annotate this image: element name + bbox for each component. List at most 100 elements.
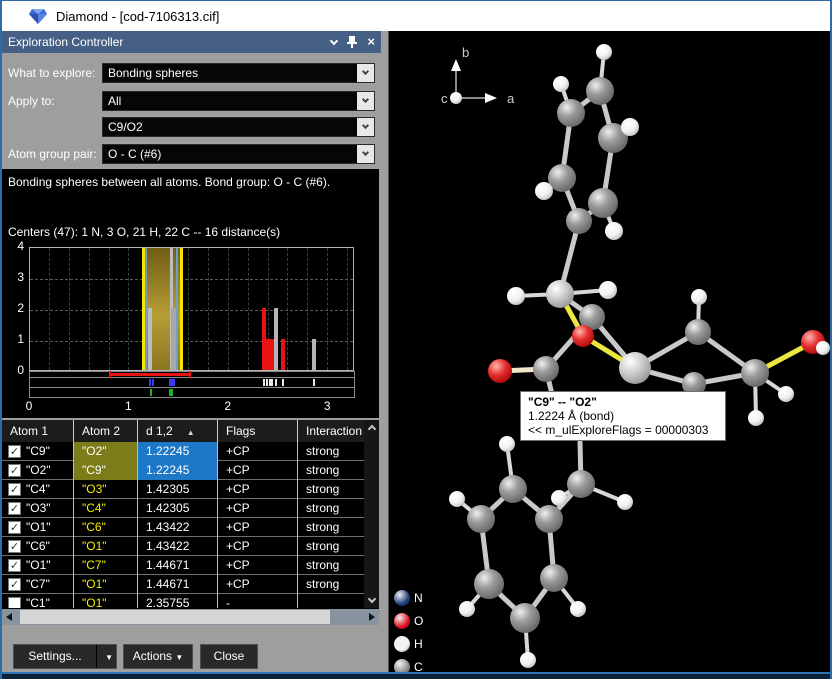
- carbon-atom[interactable]: [533, 356, 559, 382]
- row-checkbox[interactable]: ✓: [8, 502, 21, 515]
- row-checkbox[interactable]: ✓: [8, 540, 21, 553]
- col-d12[interactable]: d 1,2▲: [138, 420, 218, 442]
- table-row[interactable]: ✓"O1""C6"1.43422+CPstrong: [2, 518, 364, 537]
- row-checkbox[interactable]: [8, 597, 21, 608]
- vertical-scrollbar[interactable]: [364, 420, 379, 608]
- hydrogen-atom[interactable]: [553, 76, 569, 92]
- carbon-atom[interactable]: [567, 470, 595, 498]
- carbon-atom[interactable]: [499, 475, 527, 503]
- chevron-down-icon[interactable]: [357, 92, 374, 110]
- hydrogen-atom[interactable]: [617, 494, 633, 510]
- table-row[interactable]: ✓"O1""C7"1.44671+CPstrong: [2, 556, 364, 575]
- distance-histogram[interactable]: 012340123: [2, 169, 379, 418]
- scroll-right-icon[interactable]: [369, 613, 375, 621]
- row-checkbox[interactable]: ✓: [8, 578, 21, 591]
- legend-item: H: [394, 635, 423, 653]
- hydrogen-atom[interactable]: [778, 386, 794, 402]
- carbon-atom[interactable]: [586, 77, 614, 105]
- hydrogen-atom[interactable]: [691, 289, 707, 305]
- table-row[interactable]: ✓"C9""O2"1.22245+CPstrong: [2, 442, 364, 461]
- horizontal-scrollbar[interactable]: [2, 609, 379, 625]
- carbon-atom[interactable]: [540, 564, 568, 592]
- row-checkbox[interactable]: ✓: [8, 445, 21, 458]
- hydrogen-atom[interactable]: [596, 44, 612, 60]
- carbon-atom-selected[interactable]: [546, 280, 574, 308]
- hydrogen-atom[interactable]: [605, 222, 623, 240]
- atom2-cell: "C4": [74, 499, 138, 518]
- actions-button[interactable]: Actions ▼: [123, 644, 193, 669]
- distance-tick: [275, 379, 277, 386]
- table-row[interactable]: ✓"O3""C4"1.42305+CPstrong: [2, 499, 364, 518]
- settings-dropdown-icon[interactable]: ▼: [105, 646, 113, 669]
- chevron-down-icon[interactable]: [357, 118, 374, 136]
- table-row[interactable]: ✓"C4""O3"1.42305+CPstrong: [2, 480, 364, 499]
- panel-menu-chevron-icon[interactable]: [330, 36, 338, 44]
- scroll-up-icon[interactable]: [364, 420, 379, 435]
- range-cursor-line[interactable]: [176, 248, 178, 370]
- col-flags[interactable]: Flags: [218, 420, 298, 442]
- hydrogen-atom[interactable]: [499, 436, 515, 452]
- row-checkbox[interactable]: ✓: [8, 521, 21, 534]
- pin-icon[interactable]: [347, 36, 357, 48]
- carbon-atom[interactable]: [510, 603, 540, 633]
- carbon-atom-selected[interactable]: [619, 352, 651, 384]
- bond-range-cap[interactable]: [109, 371, 111, 378]
- carbon-atom[interactable]: [741, 359, 769, 387]
- table-row[interactable]: ✓"O2""C9"1.22245+CPstrong: [2, 461, 364, 480]
- carbon-atom[interactable]: [474, 569, 504, 599]
- carbon-atom[interactable]: [535, 505, 563, 533]
- chevron-down-icon[interactable]: [357, 145, 374, 163]
- hydrogen-atom[interactable]: [459, 601, 475, 617]
- atom-pair-select[interactable]: C9/O2: [102, 117, 375, 137]
- carbon-atom[interactable]: [467, 505, 495, 533]
- close-button[interactable]: Close: [200, 644, 258, 669]
- histogram-plot-area[interactable]: [29, 247, 354, 371]
- atom-group-pair-select[interactable]: O - C (#6): [102, 144, 375, 164]
- carbon-atom[interactable]: [685, 319, 711, 345]
- carbon-atom[interactable]: [588, 188, 618, 218]
- row-checkbox[interactable]: ✓: [8, 483, 21, 496]
- what-to-explore-select[interactable]: Bonding spheres: [102, 63, 375, 83]
- hydrogen-atom[interactable]: [748, 410, 764, 426]
- range-cursor-line[interactable]: [145, 248, 147, 370]
- row-checkbox[interactable]: ✓: [8, 464, 21, 477]
- scroll-down-icon[interactable]: [364, 593, 379, 608]
- settings-button[interactable]: Settings... ▼: [13, 644, 117, 669]
- hydrogen-atom[interactable]: [449, 491, 465, 507]
- molecule-canvas[interactable]: b a c: [389, 31, 832, 672]
- hydrogen-atom[interactable]: [551, 490, 567, 506]
- bond-range-bar[interactable]: [110, 373, 190, 376]
- hydrogen-atom[interactable]: [570, 601, 586, 617]
- gridline: [128, 248, 129, 370]
- scroll-left-icon[interactable]: [6, 613, 12, 621]
- carbon-atom[interactable]: [557, 99, 585, 127]
- bond-range-cap[interactable]: [189, 371, 191, 378]
- oxygen-atom[interactable]: [572, 325, 594, 347]
- table-row[interactable]: "C1""O1"2.35755-: [2, 594, 364, 608]
- apply-to-select[interactable]: All: [102, 91, 375, 111]
- oxygen-atom[interactable]: [488, 359, 512, 383]
- carbon-atom[interactable]: [566, 208, 592, 234]
- interaction-cell: strong: [298, 556, 364, 575]
- hydrogen-atom[interactable]: [520, 652, 536, 668]
- flags-cell: +CP: [218, 556, 298, 575]
- flags-cell: +CP: [218, 442, 298, 461]
- hydrogen-atom[interactable]: [816, 341, 830, 355]
- col-interaction[interactable]: Interaction: [298, 420, 364, 442]
- table-row[interactable]: ✓"C7""O1"1.44671+CPstrong: [2, 575, 364, 594]
- hydrogen-atom[interactable]: [599, 281, 617, 299]
- col-atom2[interactable]: Atom 2: [74, 420, 138, 442]
- row-checkbox[interactable]: ✓: [8, 559, 21, 572]
- chevron-down-icon[interactable]: [357, 64, 374, 82]
- table-header[interactable]: Atom 1 Atom 2 d 1,2▲ Flags Interaction: [2, 420, 364, 442]
- hydrogen-atom[interactable]: [535, 182, 553, 200]
- scrollbar-thumb[interactable]: [20, 610, 330, 624]
- structure-viewport[interactable]: b a c "C9" -- "O2" 1.2224 Å (bond) << m_…: [388, 31, 832, 672]
- table-row[interactable]: ✓"C6""O1"1.43422+CPstrong: [2, 537, 364, 556]
- hydrogen-atom[interactable]: [507, 287, 525, 305]
- close-icon[interactable]: ×: [367, 36, 375, 48]
- col-atom1[interactable]: Atom 1: [2, 420, 74, 442]
- panel-splitter[interactable]: [381, 31, 388, 672]
- panel-header[interactable]: Exploration Controller ×: [2, 31, 381, 53]
- hydrogen-atom[interactable]: [621, 118, 639, 136]
